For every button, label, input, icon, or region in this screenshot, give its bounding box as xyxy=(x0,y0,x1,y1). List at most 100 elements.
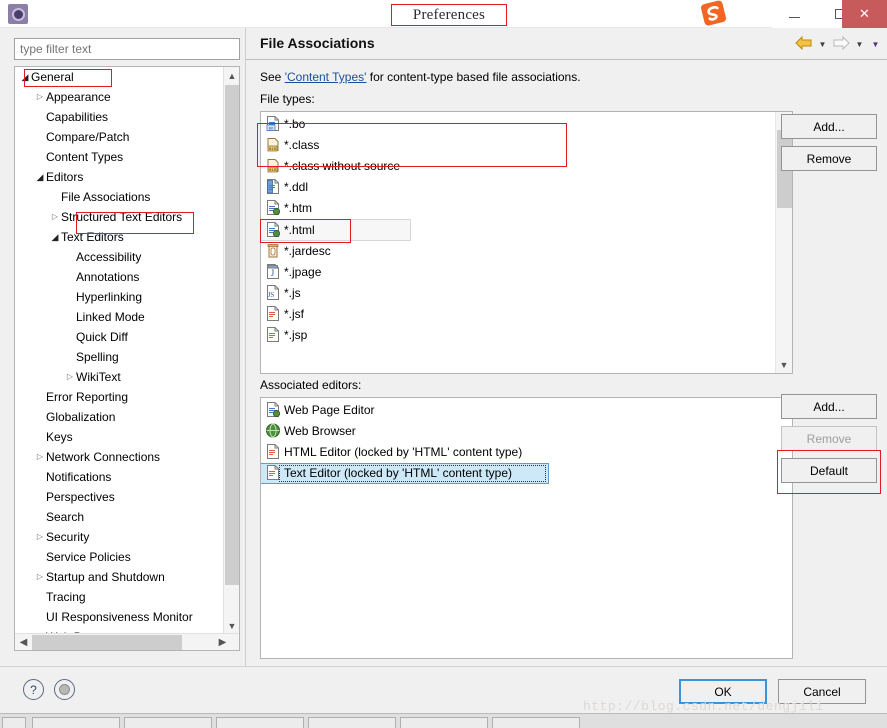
sidebar-item-accessibility[interactable]: Accessibility xyxy=(15,247,224,267)
web-page-editor-icon xyxy=(265,402,281,418)
list-item[interactable]: BO *.bo xyxy=(261,114,776,135)
editors-default-button[interactable]: Default xyxy=(781,458,877,483)
taskbar-item[interactable] xyxy=(32,717,120,728)
sidebar-item-network-connections[interactable]: Network Connections xyxy=(15,447,224,467)
associated-editors-list-content: Web Page Editor Web Browser HTML Editor (l… xyxy=(261,398,792,658)
scroll-down-icon[interactable]: ▼ xyxy=(224,617,239,634)
sidebar-item-capabilities[interactable]: Capabilities xyxy=(15,107,224,127)
question-mark-icon[interactable]: ? xyxy=(23,679,44,700)
list-item[interactable]: *.jardesc xyxy=(261,241,776,262)
svg-text:J: J xyxy=(271,268,275,278)
forward-menu-chevron-down-icon[interactable]: ▼ xyxy=(853,36,866,52)
sidebar-item-appearance[interactable]: Appearance xyxy=(15,87,224,107)
tree-vertical-scrollbar[interactable]: ▲ ▼ xyxy=(223,67,239,634)
content-types-link[interactable]: 'Content Types' xyxy=(285,70,367,84)
sidebar-item-hyperlinking[interactable]: Hyperlinking xyxy=(15,287,224,307)
tree-twisty-closed-icon[interactable] xyxy=(34,87,46,107)
list-item[interactable]: JS *.js xyxy=(261,283,776,304)
sidebar-item-quick-diff[interactable]: Quick Diff xyxy=(15,327,224,347)
tree-twisty-open-icon[interactable] xyxy=(19,67,31,88)
sidebar-item-security[interactable]: Security xyxy=(15,527,224,547)
list-item-label: *.class without source xyxy=(284,159,401,173)
list-item[interactable]: Web Page Editor xyxy=(261,400,792,421)
sidebar-item-editors[interactable]: Editors xyxy=(15,167,224,187)
minimize-button[interactable] xyxy=(772,0,817,28)
list-item[interactable]: *.jsf xyxy=(261,304,776,325)
tree-twisty-closed-icon[interactable] xyxy=(49,207,61,227)
list-item[interactable]: Web Browser xyxy=(261,421,792,442)
scroll-down-icon[interactable]: ▼ xyxy=(776,356,792,373)
list-item[interactable]: 010 *.class xyxy=(261,135,776,156)
sidebar-item-label: Editors xyxy=(46,170,84,184)
sidebar-item-wikitext[interactable]: WikiText xyxy=(15,367,224,387)
sidebar-item-compare-patch[interactable]: Compare/Patch xyxy=(15,127,224,147)
taskbar-item[interactable] xyxy=(216,717,304,728)
taskbar-item[interactable] xyxy=(308,717,396,728)
tree-twisty-closed-icon[interactable] xyxy=(34,527,46,547)
sidebar-item-service-policies[interactable]: Service Policies xyxy=(15,547,224,567)
ddl-file-icon xyxy=(265,179,281,194)
sogou-logo xyxy=(697,0,731,30)
sidebar-item-content-types[interactable]: Content Types xyxy=(15,147,224,167)
tree-twisty-closed-icon[interactable] xyxy=(34,567,46,587)
editors-add-button[interactable]: Add... xyxy=(781,394,877,419)
list-item[interactable]: *.htm xyxy=(261,198,776,219)
file-types-label: File types: xyxy=(260,92,315,106)
list-item[interactable]: *.jsp xyxy=(261,325,776,346)
list-item[interactable]: J *.jpage xyxy=(261,262,776,283)
filter-input[interactable] xyxy=(14,38,240,60)
sidebar-item-label: Capabilities xyxy=(46,110,109,124)
sidebar-item-notifications[interactable]: Notifications xyxy=(15,467,224,487)
taskbar-item[interactable] xyxy=(492,717,580,728)
taskbar-item[interactable] xyxy=(400,717,488,728)
jar-file-icon xyxy=(265,243,281,258)
tree-twisty-open-icon[interactable] xyxy=(34,167,46,188)
list-item[interactable]: *.html xyxy=(261,219,411,241)
tree-twisty-closed-icon[interactable] xyxy=(34,447,46,467)
sidebar-item-label: UI Responsiveness Monitor xyxy=(46,610,193,624)
tree-hscroll-thumb[interactable] xyxy=(32,635,182,650)
sidebar-item-search[interactable]: Search xyxy=(15,507,224,527)
taskbar-item[interactable] xyxy=(2,717,26,728)
back-menu-chevron-down-icon[interactable]: ▼ xyxy=(816,36,829,52)
tree-horizontal-scrollbar[interactable]: ◀ ▶ xyxy=(15,633,239,650)
restore-defaults-icon[interactable] xyxy=(54,679,75,700)
file-types-list[interactable]: BO *.bo 010 *.class 010 *.class without sourc… xyxy=(260,111,793,374)
sidebar-item-spelling[interactable]: Spelling xyxy=(15,347,224,367)
svg-text:BO: BO xyxy=(269,127,274,131)
sidebar-item-text-editors[interactable]: Text Editors xyxy=(15,227,224,247)
sidebar-item-startup-and-shutdown[interactable]: Startup and Shutdown xyxy=(15,567,224,587)
sidebar-item-annotations[interactable]: Annotations xyxy=(15,267,224,287)
sidebar-item-perspectives[interactable]: Perspectives xyxy=(15,487,224,507)
tree-vscroll-thumb[interactable] xyxy=(225,85,239,585)
scroll-up-icon[interactable]: ▲ xyxy=(224,67,239,84)
file-types-add-button[interactable]: Add... xyxy=(781,114,877,139)
scroll-left-icon[interactable]: ◀ xyxy=(15,634,32,650)
view-menu-chevron-down-icon[interactable]: ▼ xyxy=(869,36,882,52)
list-item[interactable]: 010 *.class without source xyxy=(261,156,776,177)
file-types-remove-button[interactable]: Remove xyxy=(781,146,877,171)
tree-twisty-open-icon[interactable] xyxy=(49,227,61,248)
svg-text:010: 010 xyxy=(269,148,277,152)
sidebar-item-linked-mode[interactable]: Linked Mode xyxy=(15,307,224,327)
sidebar-item-general[interactable]: General xyxy=(15,67,224,87)
sidebar-item-file-associations[interactable]: File Associations xyxy=(15,187,224,207)
tree-twisty-closed-icon[interactable] xyxy=(64,367,76,387)
back-arrow-icon[interactable] xyxy=(795,35,813,52)
list-item[interactable]: *.ddl xyxy=(261,177,776,198)
sidebar-item-keys[interactable]: Keys xyxy=(15,427,224,447)
sidebar-item-globalization[interactable]: Globalization xyxy=(15,407,224,427)
page-navigation: ▼ ▼ ▼ xyxy=(795,35,882,52)
associated-editors-list[interactable]: Web Page Editor Web Browser HTML Editor (l… xyxy=(260,397,793,659)
taskbar-item[interactable] xyxy=(124,717,212,728)
close-button[interactable]: ✕ xyxy=(842,0,887,28)
sidebar-item-structured-text-editors[interactable]: Structured Text Editors xyxy=(15,207,224,227)
focus-ring xyxy=(279,465,546,482)
list-item[interactable]: Text Editor (locked by 'HTML' content ty… xyxy=(261,463,549,484)
sidebar-item-tracing[interactable]: Tracing xyxy=(15,587,224,607)
list-item-label: *.class xyxy=(284,138,320,152)
sidebar-item-error-reporting[interactable]: Error Reporting xyxy=(15,387,224,407)
sidebar-item-ui-responsiveness-monitor[interactable]: UI Responsiveness Monitor xyxy=(15,607,224,627)
scroll-right-icon[interactable]: ▶ xyxy=(214,634,231,650)
list-item[interactable]: HTML Editor (locked by 'HTML' content ty… xyxy=(261,442,792,463)
